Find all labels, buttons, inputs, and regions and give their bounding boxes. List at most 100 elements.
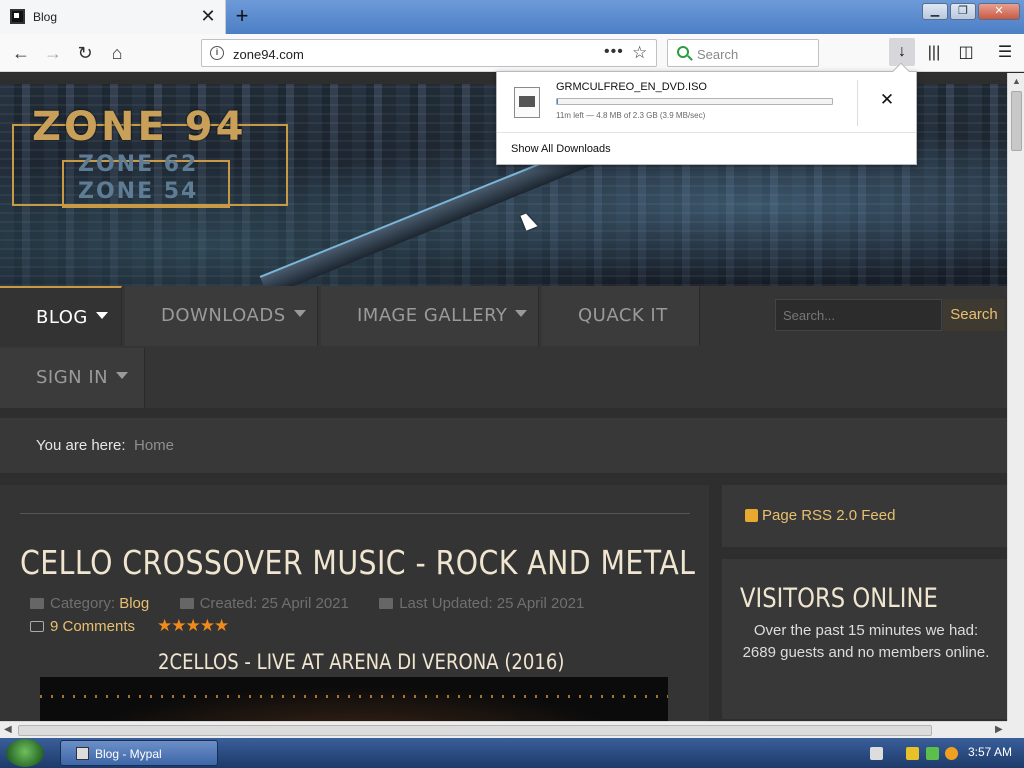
downloads-panel: GRMCULFREO_EN_DVD.ISO 11m left — 4.8 MB … — [496, 62, 917, 165]
menu-label: DOWNLOADS — [161, 305, 286, 326]
sidebar-toggle-icon[interactable]: ◫ — [954, 41, 978, 65]
horizontal-scroll-thumb[interactable] — [18, 725, 932, 736]
chevron-down-icon — [515, 310, 528, 317]
bookmark-star-icon[interactable]: ☆ — [632, 43, 647, 63]
browser-icon — [76, 747, 89, 760]
search-icon — [677, 46, 689, 58]
rss-module: Page RSS 2.0 Feed — [722, 485, 1007, 547]
site-search-button[interactable]: Search — [943, 299, 1005, 331]
network-icon[interactable] — [926, 747, 939, 760]
divider — [20, 513, 690, 514]
back-icon[interactable]: ← — [8, 41, 34, 65]
category-label: Category: — [50, 595, 116, 612]
menu-item-quack-it[interactable]: QUACK IT — [542, 286, 700, 346]
comment-icon — [30, 621, 44, 632]
article: CELLO CROSSOVER MUSIC - ROCK AND METAL C… — [0, 485, 709, 721]
vertical-scroll-thumb[interactable] — [1011, 91, 1022, 151]
site-info-icon[interactable]: i — [210, 46, 224, 60]
library-icon[interactable]: ||| — [922, 41, 946, 65]
taskbar: Blog - Mypal 3:57 AM — [0, 738, 1024, 768]
article-meta: Category: Blog Created: 25 April 2021 La… — [30, 595, 584, 612]
site-logo-sub: ZONE 62 ZONE 54 — [78, 151, 198, 205]
site-logo[interactable]: ZONE 94 — [32, 104, 246, 150]
updated-date: Last Updated: 25 April 2021 — [399, 595, 585, 612]
calendar-icon — [379, 598, 394, 609]
scroll-left-icon[interactable]: ◀ — [4, 724, 12, 735]
forward-icon[interactable]: → — [40, 41, 66, 65]
rating-stars[interactable]: ★★★★★ — [157, 616, 229, 636]
site-search-input[interactable]: Search... — [775, 299, 942, 331]
security-shield-icon[interactable] — [906, 747, 919, 760]
start-button[interactable] — [6, 739, 44, 767]
menu-item-blog[interactable]: BLOG — [0, 286, 122, 346]
visitors-module: VISITORS ONLINE Over the past 15 minutes… — [722, 559, 1007, 719]
search-tray-icon[interactable] — [945, 747, 958, 760]
browser-tab[interactable]: Blog ✕ — [0, 0, 226, 34]
menu-label: QUACK IT — [578, 305, 668, 326]
system-tray: 3:57 AM — [862, 741, 1024, 765]
menu-label: IMAGE GALLERY — [357, 305, 508, 326]
new-tab-button[interactable]: + — [229, 3, 255, 29]
logo-line-3: ZONE 54 — [78, 179, 199, 204]
divider — [857, 80, 858, 126]
chevron-down-icon — [116, 372, 129, 379]
calendar-icon — [179, 598, 194, 609]
download-progress-fill — [557, 99, 558, 104]
folder-icon — [30, 598, 44, 609]
tab-title: Blog — [33, 10, 58, 24]
taskbar-window-label: Blog - Mypal — [95, 747, 162, 761]
close-tab-icon[interactable]: ✕ — [198, 6, 218, 26]
maximize-button[interactable]: ❐ — [950, 3, 976, 20]
comments-link[interactable]: 9 Comments — [30, 618, 135, 635]
breadcrumb-label: You are here: — [36, 437, 126, 454]
search-placeholder: Search — [697, 47, 739, 62]
scroll-up-icon[interactable]: ▲ — [1012, 76, 1021, 86]
category-link[interactable]: Blog — [119, 595, 149, 612]
keyboard-icon[interactable] — [870, 747, 883, 760]
download-status: 11m left — 4.8 MB of 2.3 GB (3.9 MB/sec) — [556, 111, 706, 120]
video-player[interactable] — [40, 677, 668, 721]
comments-count[interactable]: 9 Comments — [50, 618, 135, 635]
tab-bar: Blog ✕ + ▁ ❐ ✕ — [0, 0, 1024, 34]
downloads-button[interactable]: ↓ — [889, 38, 915, 66]
created-date: Created: 25 April 2021 — [199, 595, 349, 612]
vertical-scrollbar[interactable]: ▲ — [1007, 73, 1024, 721]
chevron-down-icon — [293, 310, 306, 317]
show-all-downloads-link[interactable]: Show All Downloads — [511, 143, 611, 155]
clock[interactable]: 3:57 AM — [968, 745, 1012, 759]
menu-item-image-gallery[interactable]: IMAGE GALLERY — [321, 286, 539, 346]
article-title[interactable]: CELLO CROSSOVER MUSIC - ROCK AND METAL — [20, 543, 695, 582]
disc-image-file-icon — [514, 87, 540, 118]
divider — [497, 132, 916, 133]
menu-icon[interactable]: ☰ — [993, 41, 1017, 65]
scroll-right-icon[interactable]: ▶ — [995, 724, 1003, 735]
close-window-button[interactable]: ✕ — [978, 3, 1020, 20]
url-text[interactable]: zone94.com — [233, 47, 304, 62]
rss-link[interactable]: Page RSS 2.0 Feed — [762, 507, 895, 524]
home-icon[interactable]: ⌂ — [104, 41, 130, 65]
rss-icon — [745, 509, 758, 522]
scrollbar-corner — [1007, 721, 1024, 738]
article-subtitle: 2CELLOS - LIVE AT ARENA DI VERONA (2016) — [158, 650, 565, 674]
logo-line-2: ZONE 62 — [78, 152, 199, 177]
cancel-download-icon[interactable]: ✕ — [877, 90, 897, 110]
url-bar[interactable]: i zone94.com ••• ☆ — [201, 39, 657, 67]
chevron-down-icon — [95, 312, 108, 319]
reload-icon[interactable]: ↻ — [72, 41, 98, 65]
visitors-text: Over the past 15 minutes we had: 2689 gu… — [742, 622, 990, 661]
download-file-name[interactable]: GRMCULFREO_EN_DVD.ISO — [556, 81, 707, 93]
horizontal-scrollbar[interactable]: ◀ ▶ — [0, 721, 1007, 738]
web-page: ZONE 94 ZONE 62 ZONE 54 BLOG DOWNLOADS I… — [0, 73, 1007, 721]
menu-item-sign-in[interactable]: SIGN IN — [0, 348, 145, 408]
window-controls: ▁ ❐ ✕ — [922, 3, 1020, 20]
main-menu: BLOG DOWNLOADS IMAGE GALLERY QUACK IT SI… — [0, 286, 1007, 408]
browser-search-input[interactable]: Search — [667, 39, 819, 67]
visitors-title: VISITORS ONLINE — [740, 583, 938, 614]
page-actions-icon[interactable]: ••• — [604, 43, 624, 61]
taskbar-window-button[interactable]: Blog - Mypal — [60, 740, 218, 766]
breadcrumb: You are here: Home — [0, 418, 1007, 473]
navigation-bar: ← → ↻ ⌂ i zone94.com ••• ☆ Search ↓ ||| … — [0, 34, 1024, 72]
menu-item-downloads[interactable]: DOWNLOADS — [125, 286, 318, 346]
minimize-button[interactable]: ▁ — [922, 3, 948, 20]
menu-label: BLOG — [36, 307, 88, 328]
